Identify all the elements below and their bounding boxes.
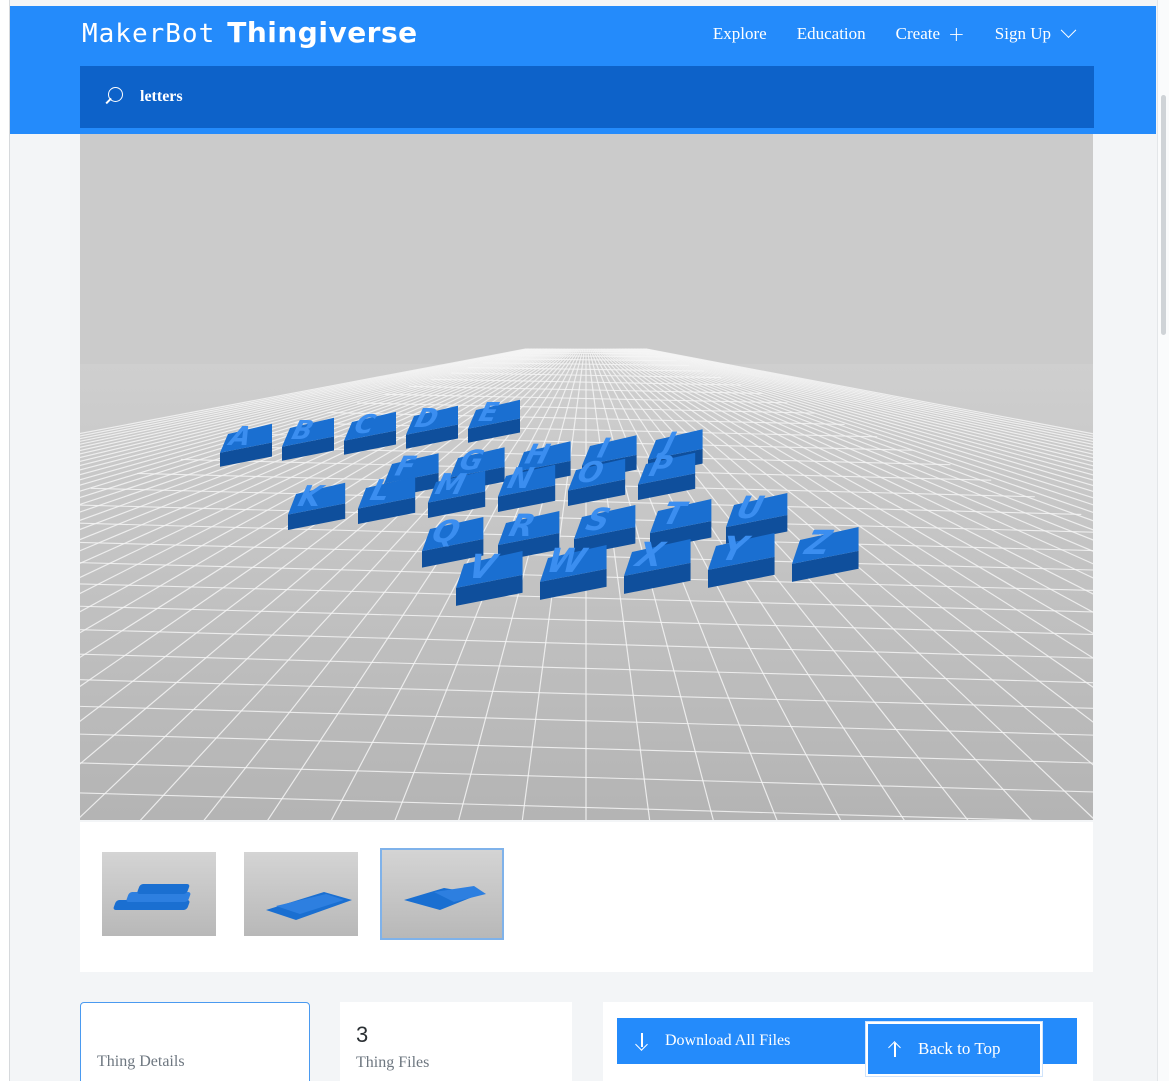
back-to-top-button[interactable]: Back to Top — [866, 1022, 1042, 1076]
nav-signup[interactable]: Sign Up — [994, 21, 1077, 44]
logo-makerbot: MakerBot — [82, 19, 216, 49]
site-logo[interactable]: MakerBot Thingiverse — [82, 16, 418, 56]
nav-signup-label: Sign Up — [994, 24, 1051, 43]
thing-details-label: Thing Details — [97, 1053, 185, 1070]
thumbnail-2-image — [266, 892, 352, 920]
window-left-border — [0, 0, 10, 1081]
page-scrollbar[interactable] — [1157, 0, 1169, 1081]
thumbnail-2[interactable] — [244, 852, 358, 936]
thumbnail-3[interactable] — [380, 848, 504, 940]
search-icon[interactable] — [104, 87, 124, 107]
thumbnail-3-image — [404, 886, 486, 910]
download-arrow-icon — [635, 1033, 649, 1049]
thumbnail-1-image — [113, 884, 191, 910]
plus-icon: + — [948, 22, 965, 46]
nav-create-label: Create — [895, 24, 941, 43]
nav-explore-label: Explore — [712, 24, 767, 43]
thing-files-tab[interactable]: 3 Thing Files — [340, 1002, 572, 1081]
main-nav: Explore Education Create + Sign Up — [713, 21, 1077, 44]
chevron-down-icon — [1060, 21, 1077, 38]
model-viewer[interactable]: ABCDEFGHIJKLMNOPQRSTUVWXYZ — [80, 134, 1093, 820]
nav-explore[interactable]: Explore — [713, 24, 767, 44]
download-all-label: Download All Files — [665, 1032, 791, 1049]
nav-education-label: Education — [796, 24, 866, 43]
nav-create[interactable]: Create + — [896, 24, 965, 44]
model-render[interactable]: A B C D EF G H I JK L M N O PQ R S T UV W X Y Z — [80, 134, 1093, 820]
scrollbar-thumb[interactable] — [1161, 95, 1166, 335]
site-header: MakerBot Thingiverse Explore Education C… — [10, 6, 1156, 134]
thumbnail-strip — [80, 822, 1093, 972]
thing-files-count: 3 — [356, 1022, 369, 1047]
thing-files-label: Thing Files — [356, 1054, 430, 1071]
search-bar — [80, 66, 1094, 128]
search-input[interactable] — [140, 88, 940, 106]
logo-thingiverse: Thingiverse — [227, 16, 418, 49]
back-to-top-label: Back to Top — [918, 1039, 1001, 1058]
nav-education[interactable]: Education — [797, 24, 866, 44]
thumbnail-1[interactable] — [102, 852, 216, 936]
thing-details-tab[interactable]: Thing Details — [80, 1002, 310, 1081]
arrow-up-icon — [888, 1041, 902, 1057]
